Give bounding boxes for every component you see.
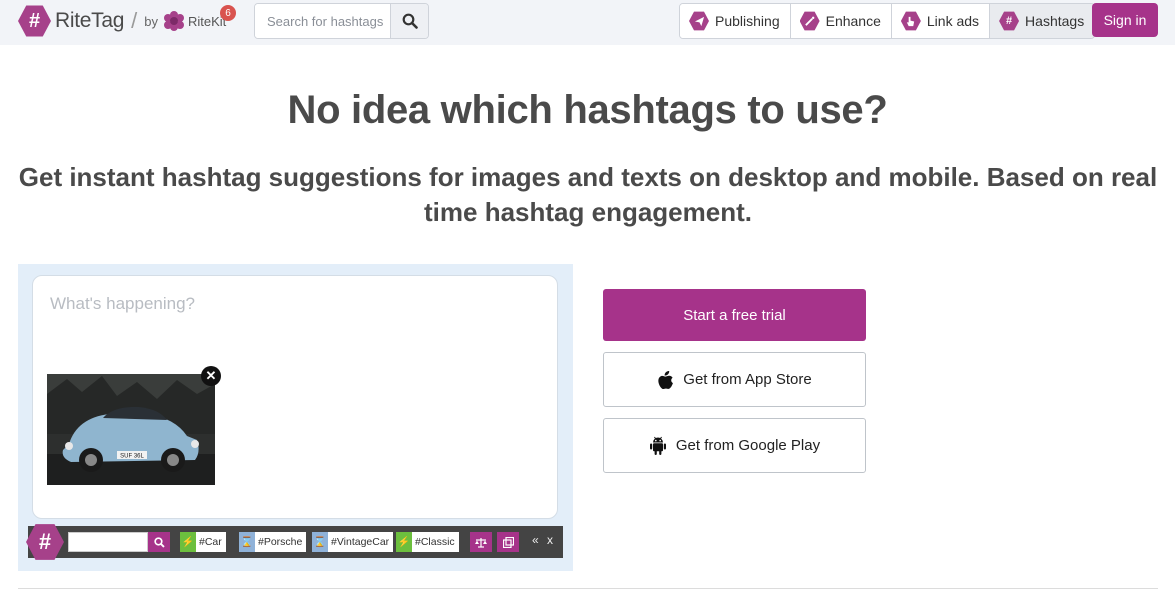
hash-icon: #: [999, 11, 1020, 31]
lightning-icon: ⚡: [396, 532, 412, 552]
hashtag-chip-label: #VintageCar: [331, 536, 390, 548]
app-store-button[interactable]: Get from App Store: [603, 352, 866, 407]
close-bar-button[interactable]: x: [547, 533, 553, 547]
balance-scale-button[interactable]: [470, 532, 492, 552]
nav-enhance[interactable]: Enhance: [790, 4, 892, 38]
hashtag-chip[interactable]: ⌛ #VintageCar: [312, 532, 394, 552]
hashtag-chip[interactable]: ⚡ #Car: [180, 532, 226, 552]
balance-scale-icon: [475, 537, 487, 548]
hashtag-chip[interactable]: ⌛ #Porsche: [239, 532, 307, 552]
license-plate-text: SUF 36L: [120, 454, 144, 460]
brand-name: RiteTag: [55, 9, 125, 32]
hashtag-search-input[interactable]: [255, 4, 390, 38]
hashtag-search: [254, 3, 429, 39]
app-store-label: Get from App Store: [683, 371, 812, 388]
page-headline: No idea which hashtags to use?: [287, 88, 888, 132]
nav-link-ads[interactable]: Link ads: [891, 4, 991, 38]
hashtag-chip-label: #Porsche: [258, 536, 303, 548]
nav-publishing-label: Publishing: [715, 13, 780, 29]
hourglass-icon: ⌛: [239, 532, 255, 552]
copy-button[interactable]: [497, 532, 519, 552]
section-divider: [18, 588, 1158, 589]
hashtag-logo-icon: #: [18, 5, 51, 37]
ritetag-hash-icon: #: [26, 524, 64, 560]
ritetag-logo[interactable]: # RiteTag / by RiteKit: [18, 4, 226, 38]
ritekit-flower-icon: [163, 11, 184, 31]
search-icon: [402, 13, 418, 29]
lightning-icon: ⚡: [180, 532, 196, 552]
copy-icon: [502, 536, 514, 548]
magic-wand-icon: [799, 11, 820, 31]
nav-hashtags-label: Hashtags: [1025, 13, 1085, 29]
nav-hashtags[interactable]: # Hashtags: [990, 4, 1095, 38]
pointer-hand-icon: [900, 11, 921, 31]
hourglass-icon: ⌛: [312, 532, 328, 552]
google-play-label: Get from Google Play: [675, 437, 821, 454]
product-nav: Publishing Enhance Link ads # Hashtags: [679, 3, 1096, 39]
tagbar-search-button[interactable]: [148, 532, 170, 552]
hashtag-chip-label: #Car: [199, 536, 222, 548]
nav-publishing[interactable]: Publishing: [680, 4, 791, 38]
nav-link-ads-label: Link ads: [926, 13, 980, 29]
sign-in-button[interactable]: Sign in: [1092, 3, 1158, 37]
brand-by-label: by: [144, 13, 158, 29]
search-icon: [153, 536, 165, 548]
android-icon: [649, 436, 666, 455]
page-subheadline: Get instant hashtag suggestions for imag…: [18, 162, 1158, 227]
hashtag-chip[interactable]: ⚡ #Classic: [396, 532, 459, 552]
tagbar-search-input[interactable]: [68, 532, 148, 552]
google-play-button[interactable]: Get from Google Play: [603, 418, 866, 473]
notification-badge[interactable]: 6: [220, 5, 236, 21]
demo-panel: What's happening? SUF 36L ✕ # ⚡ #Car ⌛ #…: [18, 264, 573, 571]
collapse-bar-button[interactable]: «: [532, 533, 539, 547]
search-button[interactable]: [390, 4, 428, 38]
remove-image-button[interactable]: ✕: [201, 366, 221, 386]
apple-icon: [658, 370, 674, 389]
paper-plane-icon: [689, 11, 709, 31]
composer-placeholder: What's happening?: [50, 294, 196, 313]
brand-separator: /: [131, 8, 138, 33]
top-navigation-bar: # RiteTag / by RiteKit 6 Publishing: [0, 0, 1175, 45]
attached-car-photo: SUF 36L: [47, 374, 215, 485]
nav-enhance-label: Enhance: [825, 13, 881, 29]
hashtag-chip-label: #Classic: [415, 536, 455, 548]
start-free-trial-button[interactable]: Start a free trial: [603, 289, 866, 341]
ritetag-hashtag-bar: # ⚡ #Car ⌛ #Porsche ⌛ #VintageCar ⚡ #Cla…: [26, 524, 563, 560]
post-composer[interactable]: What's happening? SUF 36L ✕: [32, 275, 558, 519]
